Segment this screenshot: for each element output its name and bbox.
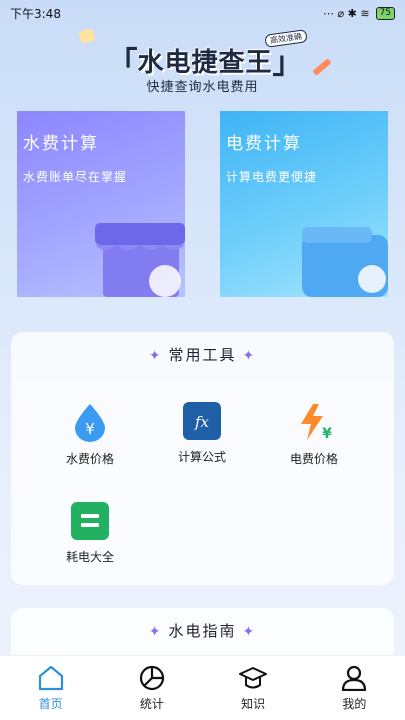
tool-power-consumption[interactable]: 耗电大全 [40,502,140,565]
home-icon [38,665,63,690]
list-icon [71,502,109,540]
tool-formula[interactable]: fx 计算公式 [152,402,252,465]
svg-text:fx: fx [194,413,210,431]
svg-text:¥: ¥ [85,420,95,438]
common-tools-panel: ✦ 常用工具 ✦ ¥ 水费价格 fx 计算公式 ¥ 电费价格 耗电大全 [11,332,394,585]
water-drop-yen-icon: ¥ [75,404,105,442]
nav-label: 统计 [139,696,164,711]
tool-label: 水费价格 [65,452,114,466]
fx-icon: fx [183,402,221,440]
nav-statistics[interactable]: 统计 [112,665,192,712]
store-icon [95,223,185,297]
water-card-subtitle: 水费账单尽在掌握 [23,170,128,184]
status-bar: 下午3:48 ⋯ ⌀ ✱ ≋ 75 [0,0,405,26]
guide-heading: ✦ 水电指南 ✦ [11,620,394,641]
app-header: 「 水电捷查王 」 高效准确 快捷查询水电费用 [0,28,405,98]
sparkle-icon: ✦ [148,348,163,364]
power-card-subtitle: 计算电费更便捷 [226,170,318,184]
sparkle-icon: ✦ [242,624,257,640]
bottom-nav: 首页 统计 知识 我的 [0,655,405,720]
tool-water-price[interactable]: ¥ 水费价格 [40,402,140,467]
guide-heading-text: 水电指南 [168,622,237,640]
battery-icon: 75 [375,6,395,20]
water-fee-card[interactable]: 水费计算 水费账单尽在掌握 [17,111,185,297]
electricity-fee-card[interactable]: 电费计算 计算电费更便捷 [220,111,388,297]
power-card-title: 电费计算 [226,134,302,154]
signal-icons: ⋯ ⌀ ✱ ≋ [323,6,370,20]
sparkle-icon: ✦ [148,624,163,640]
tools-heading-text: 常用工具 [168,346,237,364]
nav-home[interactable]: 首页 [11,665,91,712]
tool-label: 耗电大全 [65,550,114,564]
lightning-yen-icon: ¥ [301,404,332,442]
user-icon [342,665,367,691]
tools-heading: ✦ 常用工具 ✦ [11,344,394,365]
nav-label: 我的 [342,696,367,711]
water-card-title: 水费计算 [23,134,99,154]
status-time: 下午3:48 [10,6,61,21]
nav-label: 首页 [38,696,63,711]
nav-profile[interactable]: 我的 [314,665,394,712]
tool-electricity-price[interactable]: ¥ 电费价格 [264,402,364,467]
nav-knowledge[interactable]: 知识 [213,665,293,712]
sparkle-icon: ✦ [242,348,257,364]
wallet-icon [302,227,388,297]
status-indicators: ⋯ ⌀ ✱ ≋ 75 [323,6,395,20]
graduation-cap-icon [239,666,268,688]
svg-text:¥: ¥ [322,426,332,442]
app-subtitle: 快捷查询水电费用 [146,80,259,95]
app-title: 水电捷查王 [137,47,273,78]
tool-label: 计算公式 [177,450,226,464]
pie-chart-icon [139,665,164,690]
nav-label: 知识 [241,696,266,711]
tool-label: 电费价格 [289,452,338,466]
